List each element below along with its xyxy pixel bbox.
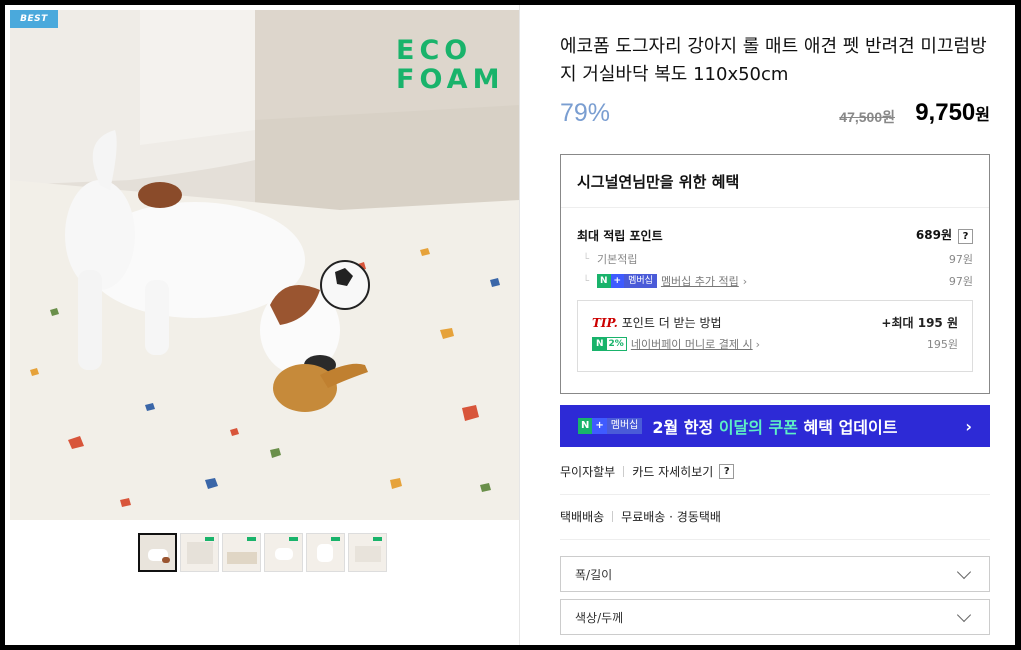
original-price: 47,500원 [839, 109, 895, 125]
shipping-method: 택배배송 [560, 510, 605, 524]
thumbnail-3[interactable] [222, 533, 261, 572]
banner-highlight: 이달의 쿠폰 [718, 418, 798, 437]
best-badge: BEST [10, 10, 58, 28]
chevron-right-icon: › [755, 337, 761, 351]
column-divider [519, 5, 520, 645]
naver-plus-membership-badge: N + 멤버십 [578, 418, 643, 434]
sale-price-unit: 원 [975, 107, 990, 124]
membership-coupon-banner[interactable]: N + 멤버십 2월 한정 이달의 쿠폰 혜택 업데이트 › [560, 405, 990, 447]
membership-points-row: └ N + 멤버십 멤버십 추가 적립 › 97원 [577, 270, 973, 292]
naver-plus-membership-badge: N + 멤버십 [597, 274, 657, 288]
product-info: 에코폼 도그자리 강아지 롤 매트 애견 펫 반려견 미끄럼방지 거실바닥 복도… [560, 33, 990, 135]
thumbnail-1[interactable] [138, 533, 177, 572]
banner-text: 2월 한정 이달의 쿠폰 혜택 업데이트 [652, 418, 898, 437]
basic-points-value: 97원 [948, 253, 973, 266]
thumbnail-4[interactable] [264, 533, 303, 572]
tree-connector-icon: └ [583, 275, 590, 287]
benefit-panel: 시그널연님만을 위한 혜택 최대 적립 포인트 689원? └ 기본적립 97원 … [560, 154, 990, 394]
divider [560, 494, 990, 495]
naverpay-money-link[interactable]: 네이버페이 머니로 결제 시 [631, 336, 753, 352]
membership-extra-link[interactable]: 멤버십 추가 적립 [661, 273, 739, 289]
chevron-down-icon [956, 564, 972, 579]
logo-line-2: FOAM [396, 64, 505, 95]
tip-max-points: +최대 195 원 [881, 315, 958, 330]
basic-points-label: 기본적립 [597, 253, 638, 266]
chevron-down-icon [956, 607, 972, 622]
naverpay-row: N 2% 네이버페이 머니로 결제 시 › 195원 [592, 333, 958, 355]
benefit-heading: 시그널연님만을 위한 혜택 [561, 155, 989, 208]
option-select-width-length[interactable]: 폭/길이 [560, 556, 990, 592]
thumbnail-strip [138, 533, 387, 572]
naverpay-points-value: 195원 [926, 338, 958, 351]
membership-points-value: 97원 [948, 275, 973, 288]
max-points-label: 최대 적립 포인트 [577, 228, 663, 243]
tree-connector-icon: └ [583, 253, 590, 265]
option-select-color-thickness[interactable]: 색상/두께 [560, 599, 990, 635]
shipping-detail: 무료배송 · 경동택배 [621, 510, 721, 524]
divider [560, 539, 990, 540]
tip-text: 포인트 더 받는 방법 [621, 315, 722, 330]
card-detail-link[interactable]: 카드 자세히보기 [632, 463, 713, 480]
thumbnail-5[interactable] [306, 533, 345, 572]
max-points-value: 689원 [915, 228, 952, 242]
chevron-right-icon: › [965, 416, 972, 436]
max-points-row: 최대 적립 포인트 689원? [577, 226, 973, 244]
help-icon[interactable]: ? [719, 464, 735, 479]
main-product-image[interactable]: BEST ECO FOAM [10, 10, 520, 520]
logo-line-1: ECO [396, 35, 473, 66]
payment-row: 무이자할부 카드 자세히보기 ? [560, 463, 990, 480]
price-row: 79% 47,500원 9,750원 [560, 95, 990, 135]
option-label: 폭/길이 [575, 567, 613, 582]
thumbnail-6[interactable] [348, 533, 387, 572]
chevron-right-icon: › [742, 274, 748, 288]
help-icon[interactable]: ? [958, 229, 973, 244]
discount-rate: 79% [560, 99, 611, 127]
product-gallery: BEST ECO FOAM [10, 10, 520, 645]
product-page: BEST ECO FOAM 에코폼 도그자리 강아지 롤 매트 애견 펫 반려견… [5, 5, 1015, 645]
tip-header-row: TIP. 포인트 더 받는 방법 +최대 195 원 [592, 311, 958, 333]
ecofoam-logo: ECO FOAM [396, 35, 505, 95]
naverpay-2pct-badge: N 2% [592, 337, 627, 351]
basic-points-row: └ 기본적립 97원 [577, 248, 973, 270]
shipping-row: 택배배송 무료배송 · 경동택배 [560, 508, 990, 525]
sale-price-amount: 9,750 [915, 99, 976, 126]
product-title: 에코폼 도그자리 강아지 롤 매트 애견 펫 반려견 미끄럼방지 거실바닥 복도… [560, 36, 987, 85]
option-label: 색상/두께 [575, 610, 624, 625]
thumbnail-2[interactable] [180, 533, 219, 572]
tip-box: TIP. 포인트 더 받는 방법 +최대 195 원 N 2% 네이버페이 머니로 … [577, 300, 973, 372]
installment-label: 무이자할부 [560, 465, 616, 479]
sale-price: 9,750원 [915, 99, 990, 127]
tip-label: TIP. [592, 315, 618, 330]
